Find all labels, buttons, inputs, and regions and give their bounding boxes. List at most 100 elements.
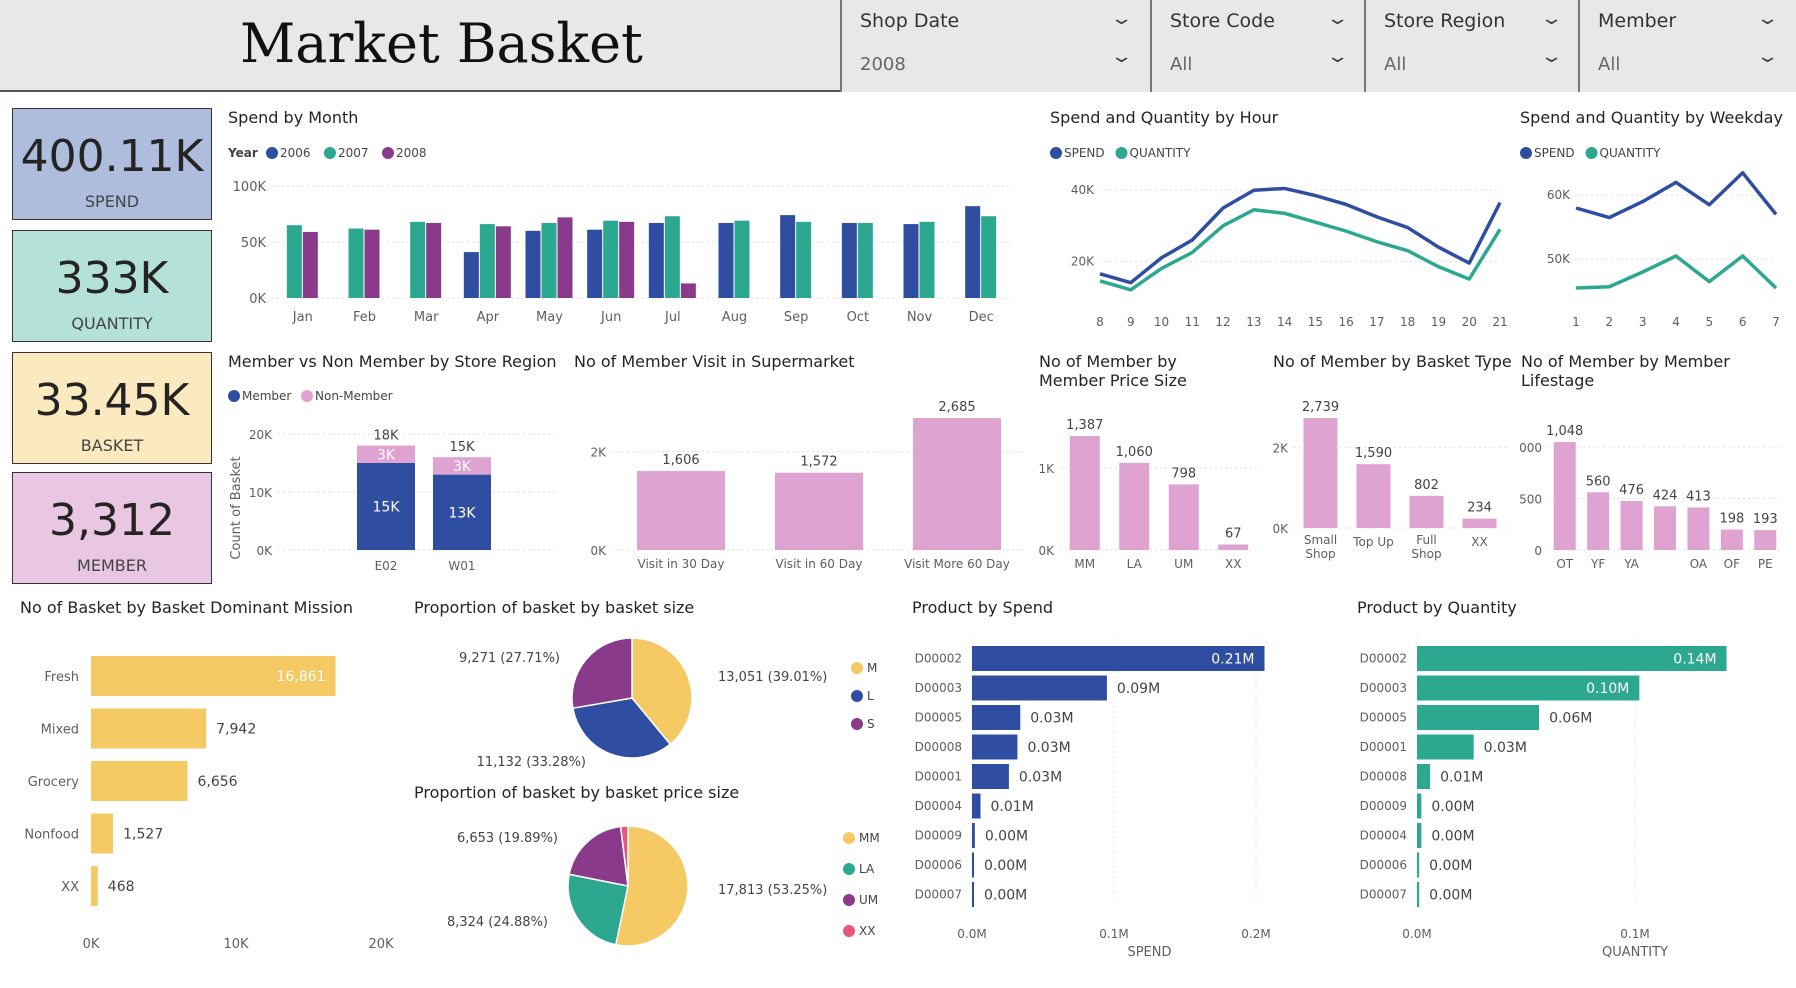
data-label: 193 xyxy=(1753,512,1778,527)
bar-2008 xyxy=(619,221,635,298)
x-tick-label: Visit in 60 Day xyxy=(776,557,863,571)
slicer-value[interactable]: All xyxy=(1170,54,1192,75)
bar xyxy=(913,418,1001,550)
legend-label: XX xyxy=(859,924,875,938)
x-tick-label: 0K xyxy=(83,937,100,952)
x-tick-label: Full xyxy=(1416,533,1437,547)
kpi-label: BASKET xyxy=(80,436,144,455)
total-label: 15K xyxy=(449,440,475,455)
price-size-chart: 0K 1K 1,387 MM 1,060 LA 798 UM 67 XX xyxy=(1038,418,1258,571)
data-label: 0.00M xyxy=(1431,829,1474,845)
slicer-shop-date[interactable]: Shop Date ⌄ 2008 ⌄ xyxy=(840,0,1150,92)
x-tick-label: 4 xyxy=(1672,315,1680,329)
x-tick-label: Shop xyxy=(1411,547,1441,561)
bar xyxy=(972,852,974,878)
hour-line-chart: SPEND QUANTITY 20K 40K 8 9 10 11 12 13 14 15 16 17 18 1… xyxy=(1050,146,1508,329)
chevron-down-icon[interactable]: ⌄ xyxy=(1755,8,1779,29)
slice-label: 6,653 (19.89%) xyxy=(457,831,558,846)
data-label: 15K xyxy=(373,500,401,516)
legend-label: SPEND xyxy=(1064,146,1105,160)
bar xyxy=(1462,518,1497,528)
x-tick-label: 15 xyxy=(1308,315,1323,329)
data-label: 0.10M xyxy=(1586,681,1629,697)
x-tick-label: XX xyxy=(1471,535,1487,549)
chevron-down-icon[interactable]: ⌄ xyxy=(1109,46,1133,67)
mission-bar-chart: 0K 10K 20K Fresh 16,861 Mixed 7,942 Grocery 6,65… xyxy=(24,656,394,952)
y-tick-label: Fresh xyxy=(44,670,79,685)
legend-label: QUANTITY xyxy=(1130,146,1192,160)
slicer-store-code[interactable]: Store Code ⌄ All ⌄ xyxy=(1150,0,1364,92)
x-tick-label: 19 xyxy=(1431,315,1446,329)
visual-title-member-region: Member vs Non Member by Store Region xyxy=(228,352,557,371)
bar xyxy=(1417,705,1540,730)
y-tick-label: 0K xyxy=(590,544,607,558)
bar xyxy=(1620,500,1643,550)
kpi-label: QUANTITY xyxy=(71,314,153,333)
x-tick-label: Feb xyxy=(353,310,376,325)
x-tick-label: 0.1M xyxy=(1620,927,1649,941)
bar-2007 xyxy=(603,220,619,298)
chevron-down-icon[interactable]: ⌄ xyxy=(1755,46,1779,67)
x-tick-label: 12 xyxy=(1215,315,1230,329)
slicer-title: Store Code xyxy=(1170,10,1275,32)
y-tick-label: D00004 xyxy=(915,799,962,813)
legend-label: SPEND xyxy=(1534,146,1575,160)
kpi-label: SPEND xyxy=(84,192,140,211)
chevron-down-icon[interactable]: ⌄ xyxy=(1109,8,1133,29)
x-tick-label: Visit More 60 Day xyxy=(904,557,1010,571)
x-tick-label: 5 xyxy=(1706,315,1714,329)
y-tick-label: D00006 xyxy=(915,858,962,872)
visual-title-price-pie: Proportion of basket by basket price siz… xyxy=(414,783,740,802)
bar-2006 xyxy=(463,252,479,298)
slice-label: 17,813 (53.25%) xyxy=(718,883,827,898)
bar xyxy=(972,705,1021,730)
visual-title-mission: No of Basket by Basket Dominant Mission xyxy=(20,598,353,617)
bar xyxy=(1417,882,1420,907)
x-tick-label: XX xyxy=(1225,557,1241,571)
y-tick-label: Grocery xyxy=(28,775,80,790)
chevron-down-icon[interactable]: ⌄ xyxy=(1539,8,1563,29)
y-tick-label: 2K xyxy=(1272,442,1289,456)
x-tick-label: E02 xyxy=(375,559,398,573)
y-tick-label: D00005 xyxy=(1360,711,1407,725)
data-label: 198 xyxy=(1719,512,1744,527)
bar-2006 xyxy=(648,222,664,298)
data-label: 2,739 xyxy=(1302,400,1339,415)
chevron-down-icon[interactable]: ⌄ xyxy=(1325,8,1349,29)
legend-label: MM xyxy=(859,831,880,845)
report-header: Market Basket Shop Date ⌄ 2008 ⌄ Store C… xyxy=(0,0,1796,92)
kpi-value: 3,312 xyxy=(49,495,175,546)
bar xyxy=(1720,529,1743,550)
x-tick-label: 18 xyxy=(1400,315,1415,329)
slicer-value[interactable]: All xyxy=(1384,54,1406,75)
slicer-member[interactable]: Member ⌄ All ⌄ xyxy=(1578,0,1796,92)
spend-by-month-chart: Year 2006 2007 2008 0K 50K 100K Jan Feb Mar Apr May… xyxy=(227,146,1012,325)
data-label: 1,590 xyxy=(1355,446,1392,461)
bar xyxy=(1417,852,1420,878)
visual-title-spend-by-month: Spend by Month xyxy=(228,108,359,127)
visual-title-hour: Spend and Quantity by Hour xyxy=(1050,108,1279,127)
slice-label: 11,132 (33.28%) xyxy=(477,755,586,770)
data-label: 0.00M xyxy=(1429,858,1472,874)
visual-title-visit: No of Member Visit in Supermarket xyxy=(574,352,855,371)
bar xyxy=(972,882,974,907)
chevron-down-icon[interactable]: ⌄ xyxy=(1325,46,1349,67)
kpi-card-basket: 33.45K BASKET xyxy=(12,352,212,464)
y-tick-label: 2K xyxy=(590,446,607,460)
slicer-value[interactable]: All xyxy=(1598,54,1620,75)
chevron-down-icon[interactable]: ⌄ xyxy=(1539,46,1563,67)
data-label: 7,942 xyxy=(216,722,256,738)
x-tick-label: 13 xyxy=(1246,315,1261,329)
slicer-store-region[interactable]: Store Region ⌄ All ⌄ xyxy=(1364,0,1578,92)
x-tick-label: Dec xyxy=(969,310,994,325)
legend-label: S xyxy=(867,717,875,731)
bar-2007 xyxy=(286,225,302,298)
y-tick-label: Nonfood xyxy=(24,828,79,843)
x-tick-label: Jan xyxy=(292,310,313,325)
x-tick-label: Nov xyxy=(907,310,933,325)
bar xyxy=(972,675,1107,701)
data-label: 1,527 xyxy=(123,827,163,843)
data-label: 0.06M xyxy=(1549,711,1592,727)
bar-2008 xyxy=(364,229,380,298)
slicer-value[interactable]: 2008 xyxy=(860,54,906,75)
